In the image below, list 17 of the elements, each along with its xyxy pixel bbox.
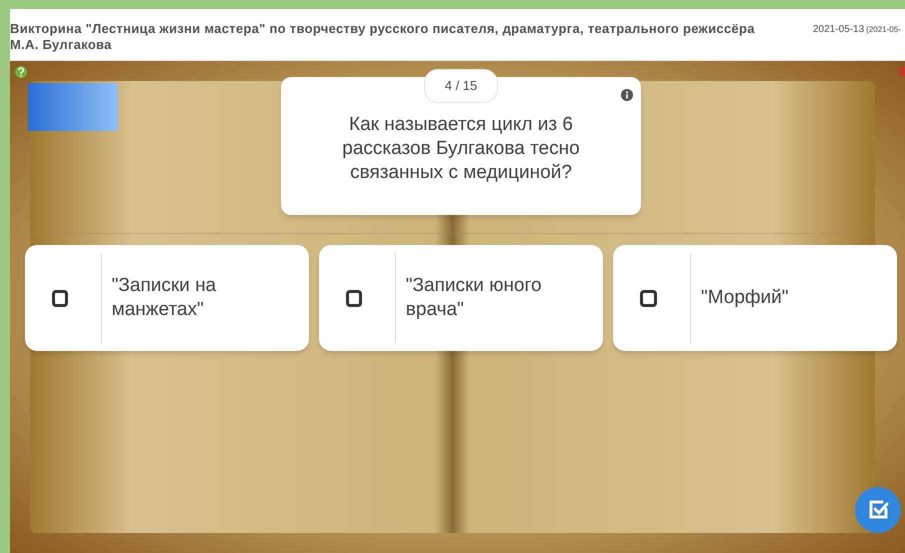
- quiz-date-extra: (2021-05-: [866, 24, 901, 36]
- answer-option[interactable]: "Морфий": [613, 245, 897, 351]
- submit-button[interactable]: [855, 487, 901, 533]
- info-icon[interactable]: [621, 89, 633, 101]
- answer-text: "Записки на манжетах": [112, 274, 218, 322]
- answer-text: "Записки юного врача": [406, 274, 543, 322]
- answer-text: "Морфий": [701, 286, 789, 310]
- help-icon[interactable]: [14, 65, 28, 79]
- question-text: Как называется цикл из 6 рассказов Булгакова тесно связанных с медициной?: [341, 112, 581, 184]
- checkbox[interactable]: [52, 290, 68, 306]
- checkbox[interactable]: [640, 290, 657, 306]
- checkbox[interactable]: [346, 290, 362, 306]
- answer-option[interactable]: "Записки юного врача": [319, 245, 603, 351]
- quiz-date: 2021-05-13: [813, 23, 864, 37]
- answer-option[interactable]: "Записки на манжетах": [25, 245, 309, 351]
- question-counter: 4 / 15: [424, 69, 498, 102]
- quiz-title: Викторина "Лестница жизни мастера" по творчеству русского писателя, драматурга, театрального режиссёра М.А. Булгакова: [10, 21, 755, 53]
